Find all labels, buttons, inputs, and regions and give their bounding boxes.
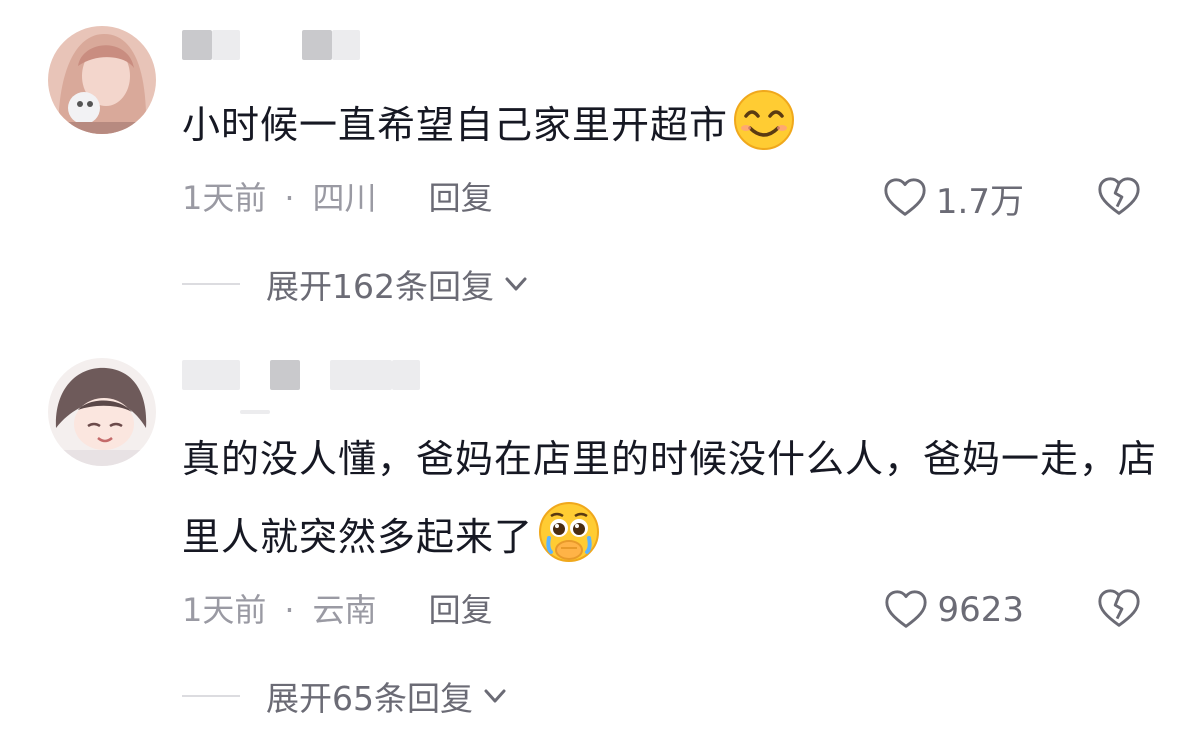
meta-separator: · xyxy=(284,179,295,217)
expand-replies-label: 展开162条回复 xyxy=(266,267,494,306)
heart-icon xyxy=(885,590,928,628)
comment-text: 小时候一直希望自己家里开超市 xyxy=(182,86,1160,164)
comment-location: 四川 xyxy=(312,179,377,217)
heart-icon xyxy=(884,178,926,216)
expand-replies-label: 展开65条回复 xyxy=(266,679,473,718)
avatar-image xyxy=(48,26,156,134)
reply-button[interactable]: 回复 xyxy=(429,591,493,629)
chevron-down-icon xyxy=(484,689,506,703)
avatar[interactable] xyxy=(48,26,156,134)
divider-line xyxy=(182,695,240,697)
expand-replies-button[interactable]: 展开162条回复 xyxy=(182,264,530,306)
comment-text: 真的没人懂，爸妈在店里的时候没什么人，爸妈一走，店里人就突然多起来了 xyxy=(182,420,1162,576)
smile-emoji-icon xyxy=(734,90,795,150)
broken-heart-icon[interactable] xyxy=(1096,586,1142,632)
username-redacted[interactable] xyxy=(182,360,422,414)
meta-separator: · xyxy=(284,591,295,629)
comment-time: 1天前 xyxy=(182,179,267,217)
avatar-image xyxy=(48,358,156,466)
like-button[interactable]: 9623 xyxy=(883,586,1024,634)
comment-time: 1天前 xyxy=(182,591,267,629)
broken-heart-icon[interactable] xyxy=(1096,174,1142,220)
comment-location: 云南 xyxy=(312,591,377,629)
divider-line xyxy=(182,283,240,285)
comment-text-content: 小时候一直希望自己家里开超市 xyxy=(182,103,729,147)
like-count: 9623 xyxy=(937,590,1024,630)
like-button[interactable]: 1.7万 xyxy=(882,174,1024,222)
reply-button[interactable]: 回复 xyxy=(429,179,493,217)
like-count: 1.7万 xyxy=(935,181,1024,222)
comment-text-content: 真的没人懂，爸妈在店里的时候没什么人，爸妈一走，店里人就突然多起来了 xyxy=(182,437,1158,559)
comment-meta: 1天前 · 四川 回复 xyxy=(182,178,493,218)
avatar[interactable] xyxy=(48,358,156,466)
username-redacted[interactable] xyxy=(182,30,382,70)
expand-replies-button[interactable]: 展开65条回复 xyxy=(182,676,509,718)
pleading-emoji-icon xyxy=(539,502,600,562)
chevron-down-icon xyxy=(505,277,527,291)
comment-meta: 1天前 · 云南 回复 xyxy=(182,590,493,630)
